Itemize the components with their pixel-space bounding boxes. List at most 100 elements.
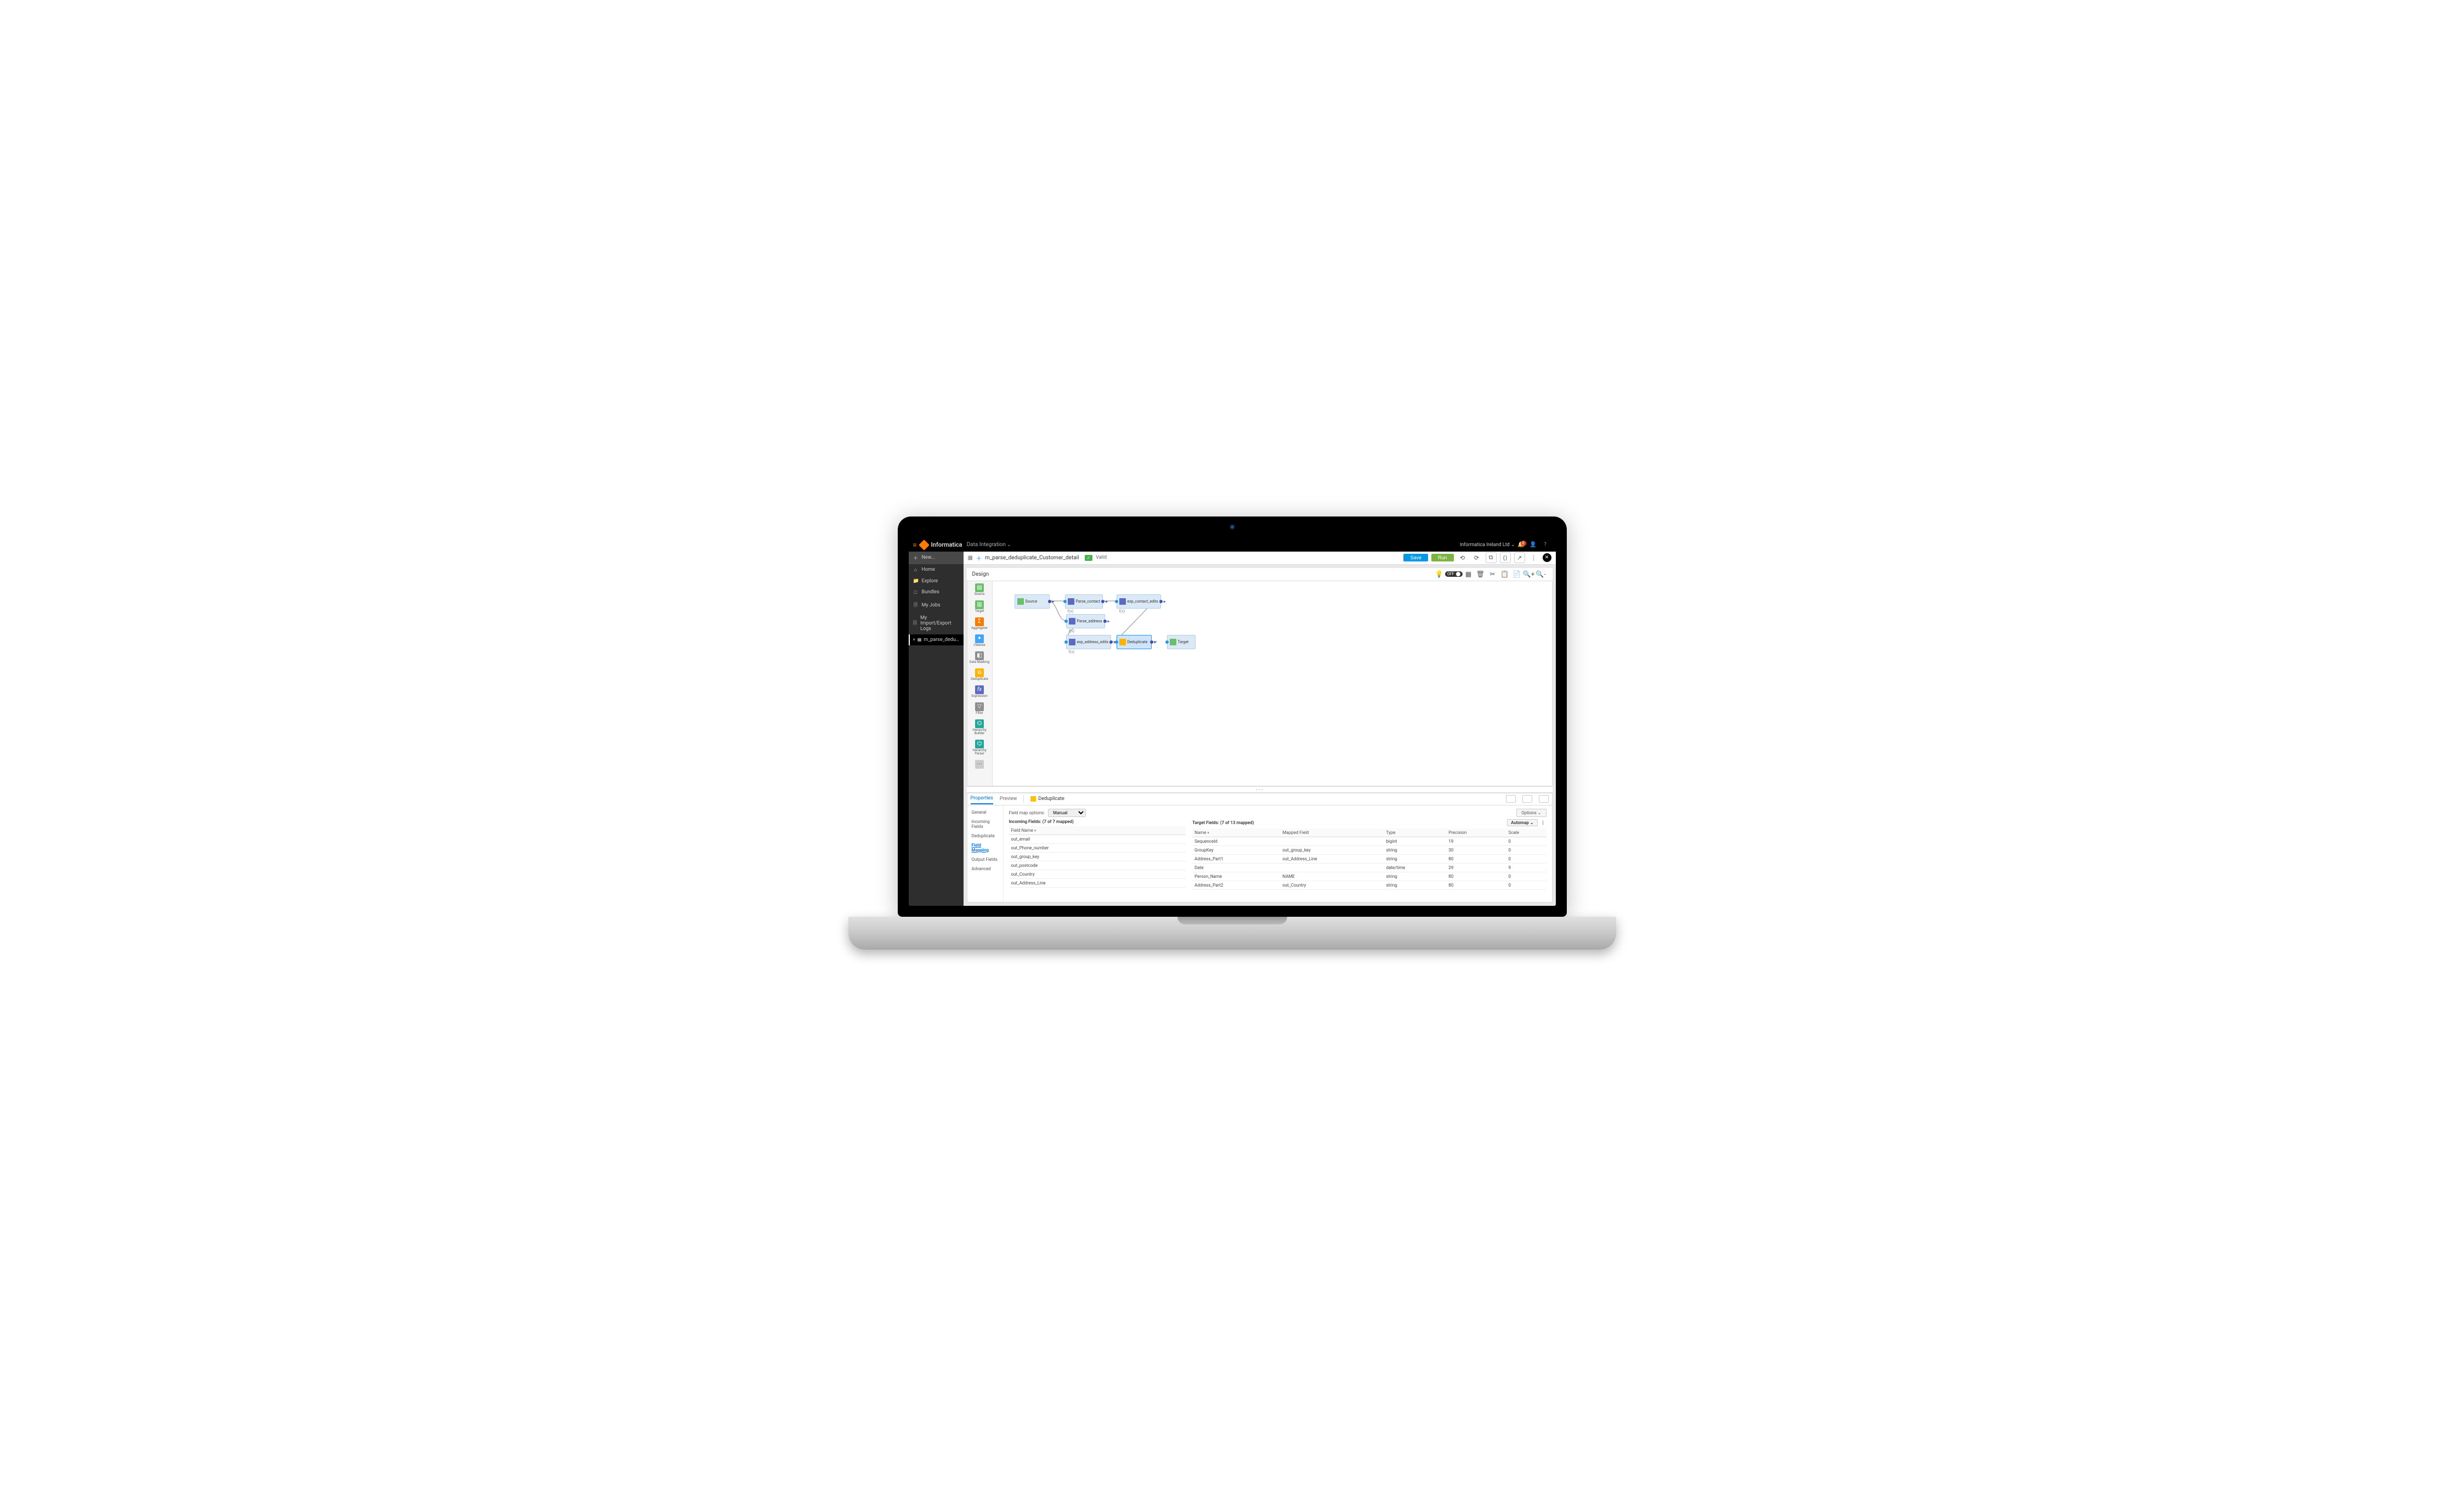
palette-expression[interactable]: fxExpression: [967, 683, 992, 700]
help-icon[interactable]: ?: [1539, 542, 1551, 548]
palette-deduplicate[interactable]: ⧉Deduplicate: [967, 666, 992, 683]
port-out[interactable]: [1103, 620, 1107, 623]
table-row[interactable]: Person_NameNAMEstring800: [1192, 872, 1546, 881]
table-row[interactable]: Address_Part2out_Countrystring800: [1192, 881, 1546, 889]
col-type[interactable]: Type: [1384, 828, 1446, 837]
table-row[interactable]: out_email: [1009, 835, 1186, 843]
open-tab[interactable]: × ▦ m_parse_deduplica...: [909, 634, 964, 645]
panel-splitter[interactable]: • • •: [967, 786, 1553, 793]
sidetab-incoming[interactable]: Incoming Fields: [967, 817, 1003, 831]
port-in[interactable]: [1115, 600, 1118, 603]
port-in[interactable]: [1165, 640, 1169, 644]
node-exp-contact-edits[interactable]: exp_contact_edits f(x) ▸: [1117, 594, 1161, 609]
menu-icon[interactable]: ≡: [913, 541, 917, 549]
node-parse-contact[interactable]: Parse_contact f(x) ▸: [1065, 594, 1103, 609]
layout-view-2-icon[interactable]: [1522, 795, 1532, 803]
port-out[interactable]: [1048, 600, 1051, 603]
palette-filter[interactable]: ▽Filter: [967, 700, 992, 717]
sidebar-item-bundles[interactable]: □Bundles: [909, 587, 964, 598]
target-fields-table: Name▾ Mapped Field Type Precision Scale …: [1192, 828, 1546, 890]
mapping-canvas[interactable]: Source ▸ Parse_contact f(x) ▸: [993, 581, 1552, 786]
options-button[interactable]: Options ⌄: [1516, 809, 1546, 817]
sidebar-item-import-export[interactable]: 🗎My Import/Export Logs: [909, 612, 964, 634]
node-source[interactable]: Source ▸: [1015, 594, 1050, 609]
close-tab-icon[interactable]: ×: [913, 637, 915, 642]
paste-icon[interactable]: 📄: [1511, 570, 1523, 578]
layout-view-1-icon[interactable]: [1506, 795, 1516, 803]
node-target[interactable]: Target: [1167, 635, 1196, 649]
table-row[interactable]: GroupKeyout_group_keystring300: [1192, 845, 1546, 854]
port-out[interactable]: [1109, 640, 1113, 644]
palette-source[interactable]: ▤Source: [967, 581, 992, 598]
zoom-out-icon[interactable]: 🔍-: [1535, 570, 1547, 578]
palette-more[interactable]: ⋯: [967, 758, 992, 771]
node-exp-address-edits[interactable]: exp_address_edits f(x) ▸: [1066, 635, 1112, 649]
zoom-in-icon[interactable]: 🔍+: [1523, 570, 1535, 578]
layout-view-3-icon[interactable]: [1539, 795, 1549, 803]
notifications-icon[interactable]: 🔔0: [1515, 542, 1527, 548]
col-name[interactable]: Name▾: [1192, 828, 1280, 837]
close-icon[interactable]: ✕: [1543, 553, 1551, 562]
table-row[interactable]: out_Country: [1009, 870, 1186, 878]
table-row[interactable]: Address_Part1out_Address_Linestring800: [1192, 854, 1546, 863]
lightbulb-icon[interactable]: 💡: [1433, 570, 1445, 578]
table-row[interactable]: out_Phone_number: [1009, 843, 1186, 852]
port-out[interactable]: [1101, 600, 1104, 603]
col-field-name[interactable]: Field Name▾: [1009, 826, 1186, 835]
redo-icon[interactable]: ⟳: [1471, 552, 1482, 563]
col-mapped[interactable]: Mapped Field: [1281, 828, 1384, 837]
copy-icon[interactable]: 📋: [1499, 570, 1511, 578]
tab-properties[interactable]: Properties: [971, 793, 993, 804]
add-button[interactable]: ＋: [976, 554, 982, 562]
node-parse-address[interactable]: Parse_address f(x) ▸: [1066, 614, 1105, 628]
sidetab-field-mapping[interactable]: Field Mapping: [967, 841, 1003, 855]
palette-target[interactable]: ▥Target: [967, 598, 992, 615]
org-switcher[interactable]: Informatica Ireland Ltd ⌄: [1460, 542, 1515, 548]
port-in[interactable]: [1064, 620, 1068, 623]
run-button[interactable]: Run: [1431, 554, 1454, 561]
sidebar-item-home[interactable]: ⌂Home: [909, 564, 964, 576]
sidetab-output[interactable]: Output Fields: [967, 855, 1003, 864]
palette-hierarchy-builder[interactable]: ⌬Hierarchy Builder: [967, 717, 992, 737]
palette-cleanse[interactable]: ✦Cleanse: [967, 632, 992, 649]
sidebar-item-myjobs[interactable]: 🗎My Jobs: [909, 598, 964, 612]
sidetab-deduplicate[interactable]: Deduplicate: [967, 831, 1003, 841]
delete-icon[interactable]: 🗑: [1475, 570, 1487, 578]
palette-masking[interactable]: ◧Data Masking: [967, 649, 992, 666]
table-row[interactable]: Datedate/time299: [1192, 863, 1546, 872]
schedule-icon[interactable]: ⧉: [1486, 552, 1497, 563]
sidetab-general[interactable]: General: [967, 808, 1003, 817]
undo-icon[interactable]: ⟲: [1457, 552, 1468, 563]
user-icon[interactable]: 👤: [1527, 542, 1539, 548]
toggle-switch[interactable]: OFF: [1445, 571, 1463, 577]
port-out[interactable]: [1159, 600, 1163, 603]
table-row[interactable]: out_Address_Line: [1009, 878, 1186, 887]
grid-icon[interactable]: ▦: [1463, 570, 1475, 578]
table-row[interactable]: out_postcode: [1009, 861, 1186, 870]
node-deduplicate[interactable]: Deduplicate ▸: [1117, 635, 1152, 649]
table-row[interactable]: out_group_key: [1009, 852, 1186, 861]
kebab-menu-icon[interactable]: ⋮: [1528, 552, 1539, 563]
port-in[interactable]: [1064, 640, 1068, 644]
sidebar-item-new[interactable]: ＋New...: [909, 552, 964, 564]
product-switcher[interactable]: Data Integration: [967, 542, 1011, 548]
code-icon[interactable]: ⟨⟩: [1500, 552, 1511, 563]
palette-aggregator[interactable]: ΣAggregator: [967, 615, 992, 632]
table-row[interactable]: SequenceIdbigint190: [1192, 837, 1546, 845]
col-scale[interactable]: Scale: [1506, 828, 1546, 837]
tab-preview[interactable]: Preview: [1000, 794, 1017, 804]
save-button[interactable]: Save: [1403, 554, 1428, 561]
port-in[interactable]: [1115, 640, 1118, 644]
field-map-select[interactable]: Manual: [1048, 809, 1086, 817]
sidebar-item-explore[interactable]: 📁Explore: [909, 576, 964, 587]
cut-icon[interactable]: ✂: [1487, 570, 1499, 578]
col-precision[interactable]: Precision: [1446, 828, 1506, 837]
export-icon[interactable]: ↗: [1514, 552, 1525, 563]
table-kebab-icon[interactable]: ⋮: [1540, 820, 1547, 825]
sidetab-advanced[interactable]: Advanced: [967, 864, 1003, 873]
palette-hierarchy-parser[interactable]: ⌬Hierarchy Parser: [967, 737, 992, 758]
automap-button[interactable]: Automap ⌄: [1507, 819, 1537, 826]
cell: string: [1384, 845, 1446, 854]
port-out[interactable]: [1150, 640, 1153, 644]
port-in[interactable]: [1063, 600, 1067, 603]
